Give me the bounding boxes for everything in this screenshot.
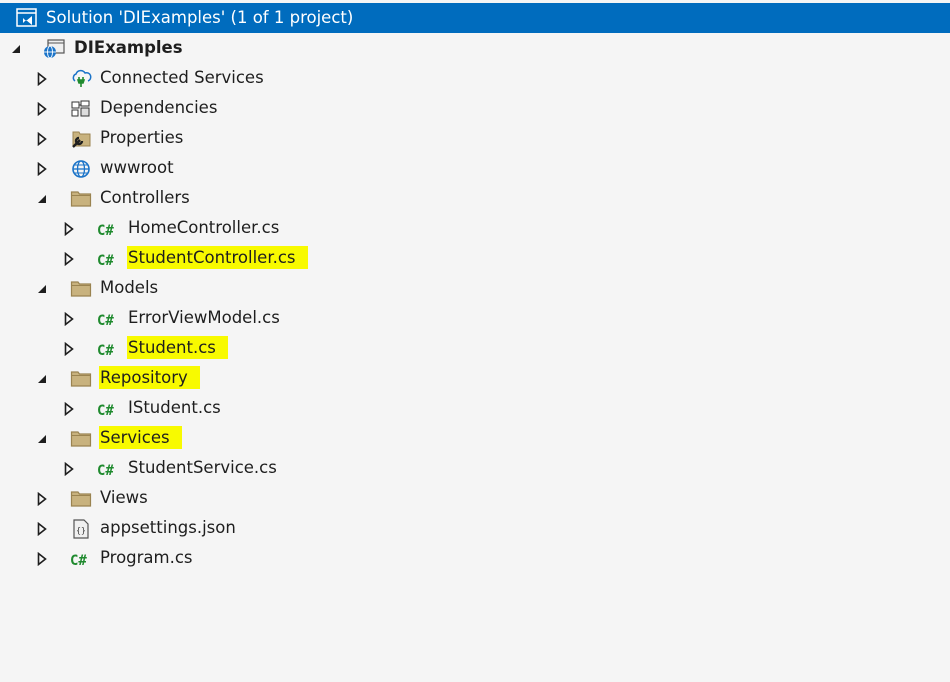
svg-text:{}: {} xyxy=(76,526,86,535)
tree-item-label: HomeController.cs xyxy=(128,218,280,237)
tree-item[interactable]: Connected Services xyxy=(0,63,950,93)
csharp-glyph: C# xyxy=(97,313,114,329)
collapsed-arrow-icon[interactable] xyxy=(36,71,48,87)
expanded-arrow-icon[interactable] xyxy=(36,371,48,385)
expanded-arrow-icon[interactable] xyxy=(36,281,48,295)
solution-node[interactable]: Solution 'DIExamples' (1 of 1 project) xyxy=(0,3,950,33)
web-project-icon xyxy=(42,39,65,59)
tree-item-label: Models xyxy=(100,278,159,297)
tree-item[interactable]: Views xyxy=(0,483,950,513)
tree-item[interactable]: Properties xyxy=(0,123,950,153)
tree-item[interactable]: C# HomeController.cs xyxy=(0,213,950,243)
tree-item-label: StudentService.cs xyxy=(128,458,277,477)
tree-item-label: Views xyxy=(100,488,148,507)
highlight-marker: StudentController.cs xyxy=(127,246,308,269)
collapsed-arrow-icon[interactable] xyxy=(63,401,75,417)
expanded-arrow-icon[interactable] xyxy=(36,191,48,205)
collapsed-arrow-icon[interactable] xyxy=(36,131,48,147)
globe-icon xyxy=(70,159,90,178)
dependencies-icon xyxy=(70,99,90,117)
csharp-file-icon: C# xyxy=(97,220,117,239)
csharp-glyph: C# xyxy=(97,403,114,419)
solution-title: Solution 'DIExamples' (1 of 1 project) xyxy=(46,8,354,27)
expanded-arrow-icon[interactable] xyxy=(36,431,48,445)
csharp-file-icon: C# xyxy=(97,460,117,479)
csharp-glyph: C# xyxy=(97,223,114,239)
tree-item-label: Program.cs xyxy=(100,548,193,567)
csharp-glyph: C# xyxy=(97,463,114,479)
tree-item[interactable]: C# Program.cs xyxy=(0,543,950,573)
tree-item-label: Services xyxy=(99,426,182,449)
tree-item[interactable]: Dependencies xyxy=(0,93,950,123)
tree-item-label: appsettings.json xyxy=(100,518,236,537)
collapsed-arrow-icon[interactable] xyxy=(63,341,75,357)
tree-item[interactable]: Controllers xyxy=(0,183,950,213)
tree-item[interactable]: C# StudentController.cs xyxy=(0,243,950,273)
tree-item[interactable]: C# StudentService.cs xyxy=(0,453,950,483)
tree-item-label: Controllers xyxy=(100,188,190,207)
properties-folder-icon xyxy=(70,129,91,148)
connected-services-icon xyxy=(70,69,92,87)
collapsed-arrow-icon[interactable] xyxy=(36,161,48,177)
csharp-glyph: C# xyxy=(97,343,114,359)
collapsed-arrow-icon[interactable] xyxy=(36,551,48,567)
csharp-file-icon: C# xyxy=(97,310,117,329)
highlight-marker: Services xyxy=(99,426,182,449)
tree-item[interactable]: C# Student.cs xyxy=(0,333,950,363)
collapsed-arrow-icon[interactable] xyxy=(63,461,75,477)
tree-item-label: ErrorViewModel.cs xyxy=(128,308,280,327)
json-file-icon: {} xyxy=(70,519,90,539)
folder-icon xyxy=(70,279,92,297)
solution-icon xyxy=(16,8,37,27)
csharp-file-icon: C# xyxy=(97,400,117,419)
csharp-file-icon: C# xyxy=(97,340,117,359)
collapsed-arrow-icon[interactable] xyxy=(63,221,75,237)
tree-item-label: StudentController.cs xyxy=(127,246,308,269)
tree-item[interactable]: Models xyxy=(0,273,950,303)
project-node[interactable]: DIExamples xyxy=(0,33,950,63)
collapsed-arrow-icon[interactable] xyxy=(36,521,48,537)
collapsed-arrow-icon[interactable] xyxy=(63,311,75,327)
tree-item[interactable]: wwwroot xyxy=(0,153,950,183)
csharp-file-icon: C# xyxy=(97,250,117,269)
csharp-glyph: C# xyxy=(70,553,87,569)
tree-item-label: Repository xyxy=(99,366,200,389)
highlight-marker: Repository xyxy=(99,366,200,389)
tree-item[interactable]: Repository xyxy=(0,363,950,393)
tree-item[interactable]: Services xyxy=(0,423,950,453)
folder-icon xyxy=(70,189,92,207)
collapsed-arrow-icon[interactable] xyxy=(63,251,75,267)
tree-item[interactable]: C# ErrorViewModel.cs xyxy=(0,303,950,333)
folder-icon xyxy=(70,369,92,387)
collapsed-arrow-icon[interactable] xyxy=(36,491,48,507)
tree-item-label: Properties xyxy=(100,128,184,147)
csharp-file-icon: C# xyxy=(70,550,90,569)
tree-item[interactable]: {} appsettings.json xyxy=(0,513,950,543)
highlight-marker: Student.cs xyxy=(127,336,228,359)
tree-item-label: Connected Services xyxy=(100,68,264,87)
folder-icon xyxy=(70,489,92,507)
tree-item[interactable]: C# IStudent.cs xyxy=(0,393,950,423)
tree-item-label: IStudent.cs xyxy=(128,398,221,417)
tree-item-label: wwwroot xyxy=(100,158,174,177)
tree-item-label: Student.cs xyxy=(127,336,228,359)
folder-icon xyxy=(70,429,92,447)
expanded-arrow-icon[interactable] xyxy=(10,41,22,55)
project-name: DIExamples xyxy=(74,38,183,57)
csharp-glyph: C# xyxy=(97,253,114,269)
collapsed-arrow-icon[interactable] xyxy=(36,101,48,117)
tree-item-label: Dependencies xyxy=(100,98,218,117)
